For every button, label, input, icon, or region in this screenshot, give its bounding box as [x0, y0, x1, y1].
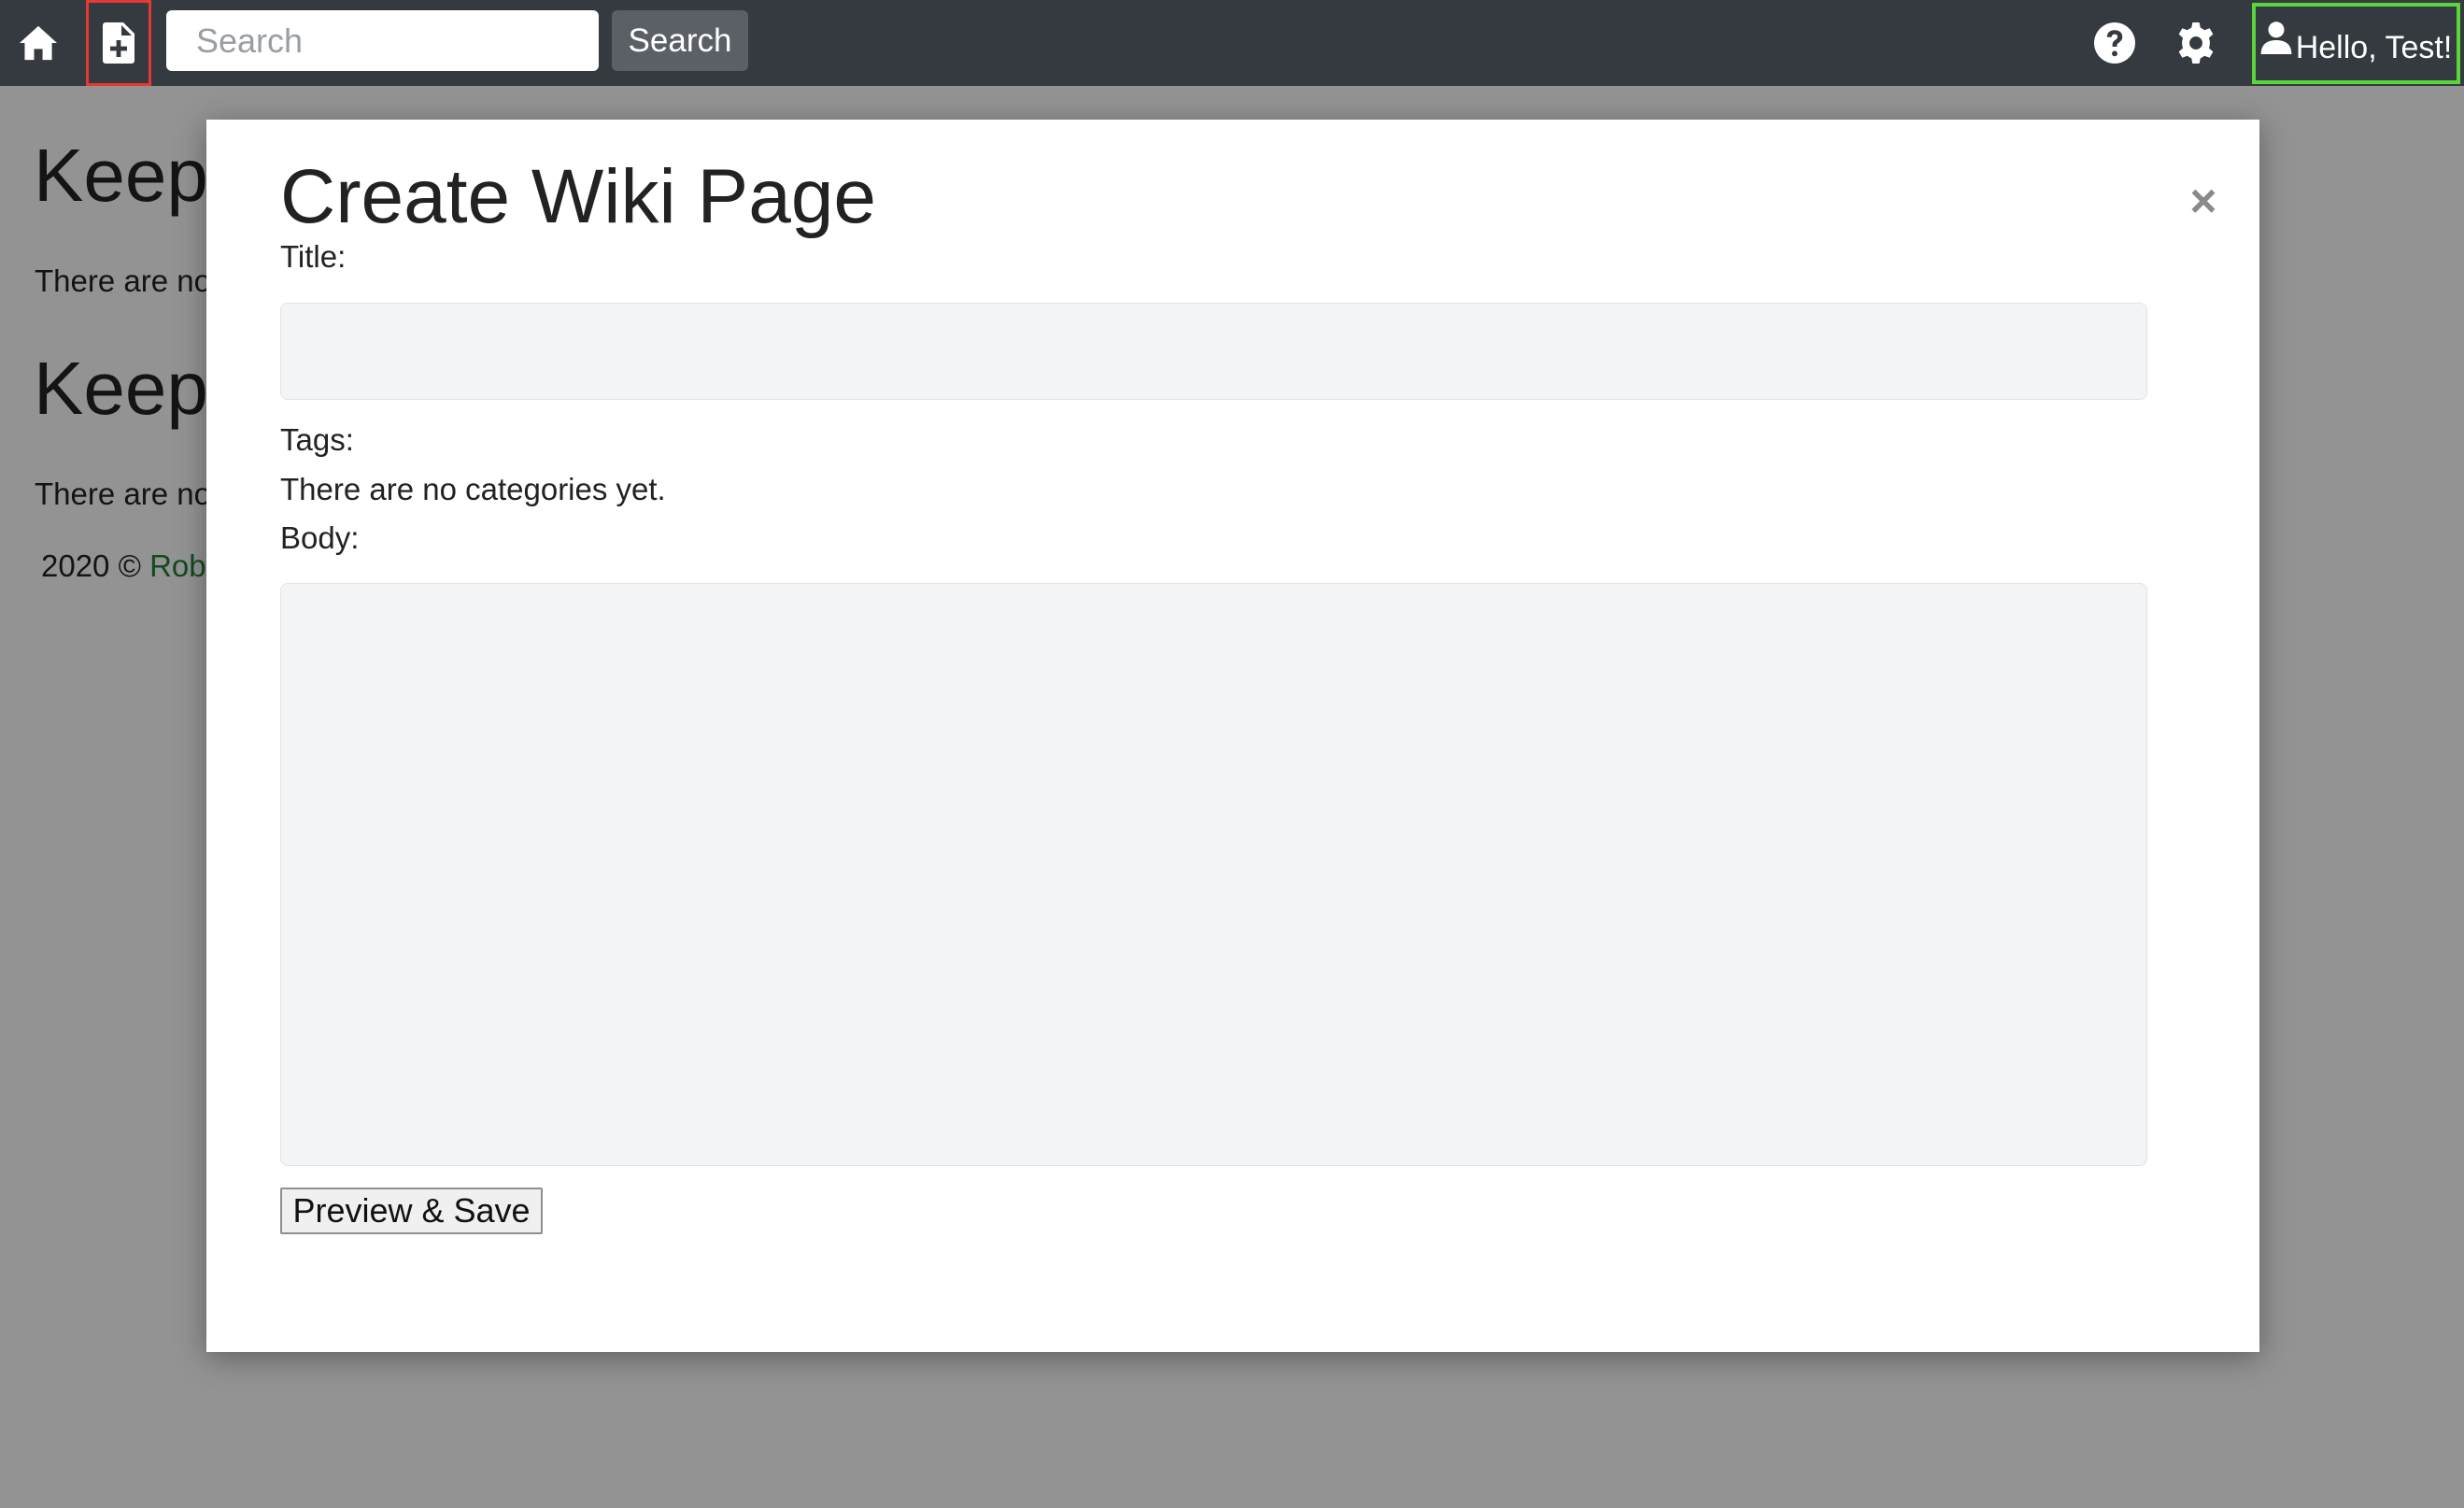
user-icon: [2260, 21, 2292, 54]
new-page-button[interactable]: [86, 0, 151, 86]
top-navbar: Search Hello, Test!: [0, 0, 2464, 86]
tags-label: Tags:: [280, 422, 354, 457]
body-label: Body:: [280, 520, 360, 555]
create-wiki-page-modal: Create Wiki Page × Title: Tags: There ar…: [206, 120, 2259, 1352]
body-textarea[interactable]: [280, 583, 2147, 1166]
title-input[interactable]: [280, 303, 2147, 400]
modal-title: Create Wiki Page: [280, 154, 877, 239]
user-menu-button[interactable]: Hello, Test!: [2252, 3, 2460, 84]
title-label: Title:: [280, 239, 347, 274]
gear-icon: [2178, 22, 2214, 64]
question-circle-icon: [2094, 22, 2135, 64]
search-button[interactable]: Search: [612, 10, 748, 71]
tags-empty-text: There are no categories yet.: [280, 472, 666, 506]
user-greeting: Hello, Test!: [2295, 30, 2453, 65]
file-plus-icon: [103, 22, 135, 64]
close-icon[interactable]: ×: [2180, 178, 2227, 224]
search-input[interactable]: [166, 10, 599, 71]
home-icon: [20, 25, 57, 61]
settings-button[interactable]: [2165, 0, 2227, 86]
home-button[interactable]: [11, 0, 65, 86]
help-button[interactable]: [2085, 0, 2145, 86]
preview-save-button[interactable]: Preview & Save: [280, 1188, 543, 1234]
